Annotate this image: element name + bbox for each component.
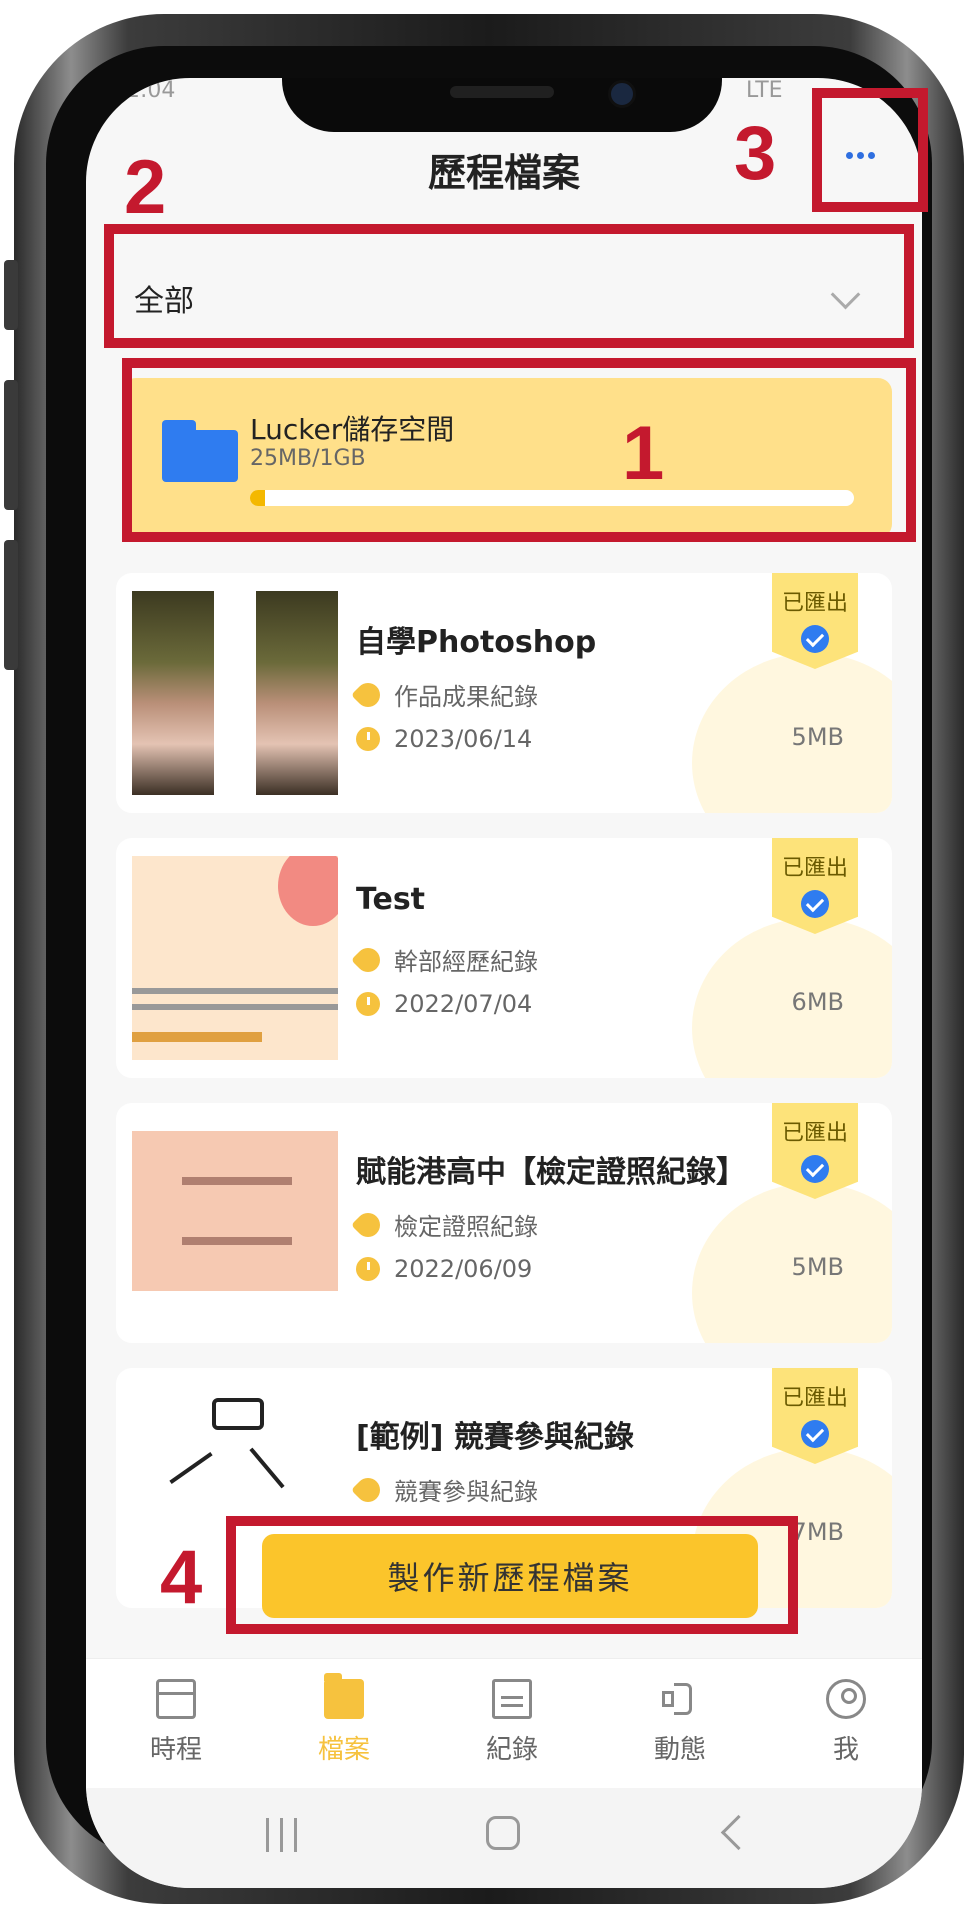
portfolio-size: 7MB bbox=[791, 1518, 844, 1546]
calendar-icon bbox=[156, 1679, 196, 1719]
folder-icon bbox=[324, 1673, 364, 1719]
clock-icon bbox=[356, 727, 380, 751]
portfolio-card[interactable]: 賦能港高中【檢定證照紀錄】 檢定證照紀錄 2022/06/09 5MB 已匯出 bbox=[116, 1103, 892, 1343]
document-icon bbox=[492, 1679, 532, 1719]
check-icon bbox=[801, 625, 829, 653]
back-icon[interactable] bbox=[720, 1814, 757, 1851]
exported-badge: 已匯出 bbox=[772, 1103, 858, 1199]
portfolio-thumbnail bbox=[132, 591, 338, 795]
portfolio-date: 2022/06/09 bbox=[394, 1255, 533, 1283]
annotation-number-1: 1 bbox=[622, 411, 665, 496]
front-camera bbox=[608, 80, 636, 108]
exported-badge: 已匯出 bbox=[772, 1368, 858, 1464]
speaker bbox=[450, 86, 554, 98]
check-icon bbox=[801, 1420, 829, 1448]
portfolio-card[interactable]: Test 幹部經歷紀錄 2022/07/04 6MB 已匯出 bbox=[116, 838, 892, 1078]
portfolio-title: [範例] 競賽參與紀錄 bbox=[356, 1420, 634, 1455]
clock-icon bbox=[356, 992, 380, 1016]
phone-volume-up bbox=[4, 380, 18, 510]
portfolio-size: 6MB bbox=[791, 988, 844, 1016]
tag-icon bbox=[351, 1472, 385, 1507]
tag-icon bbox=[351, 677, 385, 712]
portfolio-size: 5MB bbox=[791, 1253, 844, 1281]
profile-icon bbox=[826, 1679, 866, 1719]
portfolio-category: 競賽參與紀錄 bbox=[394, 1478, 538, 1506]
recent-apps-icon[interactable] bbox=[266, 1818, 300, 1852]
portfolio-size: 5MB bbox=[791, 723, 844, 751]
phone-side-button bbox=[4, 260, 18, 330]
status-time: 2:04 bbox=[126, 78, 176, 103]
portfolio-title: 賦能港高中【檢定證照紀錄】 bbox=[356, 1155, 746, 1190]
portfolio-thumbnail bbox=[132, 1121, 338, 1325]
exported-badge: 已匯出 bbox=[772, 573, 858, 669]
annotation-number-3: 3 bbox=[734, 111, 777, 196]
annotation-number-2: 2 bbox=[124, 145, 167, 230]
page-title: 歷程檔案 bbox=[427, 151, 580, 195]
tab-activity[interactable]: 動態 bbox=[620, 1679, 740, 1766]
tab-records[interactable]: 紀錄 bbox=[452, 1679, 572, 1766]
portfolio-category: 檢定證照紀錄 bbox=[394, 1213, 538, 1241]
tag-icon bbox=[351, 1207, 385, 1242]
annotation-number-4: 4 bbox=[160, 1535, 203, 1620]
portfolio-date: 2023/06/14 bbox=[394, 725, 533, 753]
portfolio-category: 幹部經歷紀錄 bbox=[394, 948, 538, 976]
home-icon[interactable] bbox=[486, 1816, 520, 1850]
tag-icon bbox=[351, 942, 385, 977]
annotation-box-4 bbox=[226, 1516, 798, 1634]
portfolio-title: 自學Photoshop bbox=[356, 625, 597, 660]
system-nav-bar bbox=[86, 1788, 922, 1888]
tab-schedule[interactable]: 時程 bbox=[116, 1679, 236, 1766]
bottom-tab-bar: 時程 檔案 紀錄 動態 我 bbox=[86, 1658, 922, 1789]
portfolio-date: 2022/07/04 bbox=[394, 990, 533, 1018]
portfolio-title: Test bbox=[356, 882, 426, 917]
status-signal: LTE bbox=[746, 78, 783, 103]
portfolio-thumbnail bbox=[132, 856, 338, 1060]
tab-me[interactable]: 我 bbox=[786, 1679, 906, 1766]
phone-volume-down bbox=[4, 540, 18, 670]
notch bbox=[282, 78, 722, 132]
exported-badge: 已匯出 bbox=[772, 838, 858, 934]
annotation-box-1 bbox=[122, 358, 916, 542]
check-icon bbox=[801, 890, 829, 918]
clock-icon bbox=[356, 1257, 380, 1281]
tab-files[interactable]: 檔案 bbox=[284, 1673, 404, 1766]
annotation-box-2 bbox=[104, 224, 914, 348]
portfolio-category: 作品成果紀錄 bbox=[394, 683, 538, 711]
annotation-box-3 bbox=[812, 88, 928, 212]
portfolio-card[interactable]: 自學Photoshop 作品成果紀錄 2023/06/14 5MB 已匯出 bbox=[116, 573, 892, 813]
check-icon bbox=[801, 1155, 829, 1183]
megaphone-icon bbox=[660, 1679, 700, 1719]
